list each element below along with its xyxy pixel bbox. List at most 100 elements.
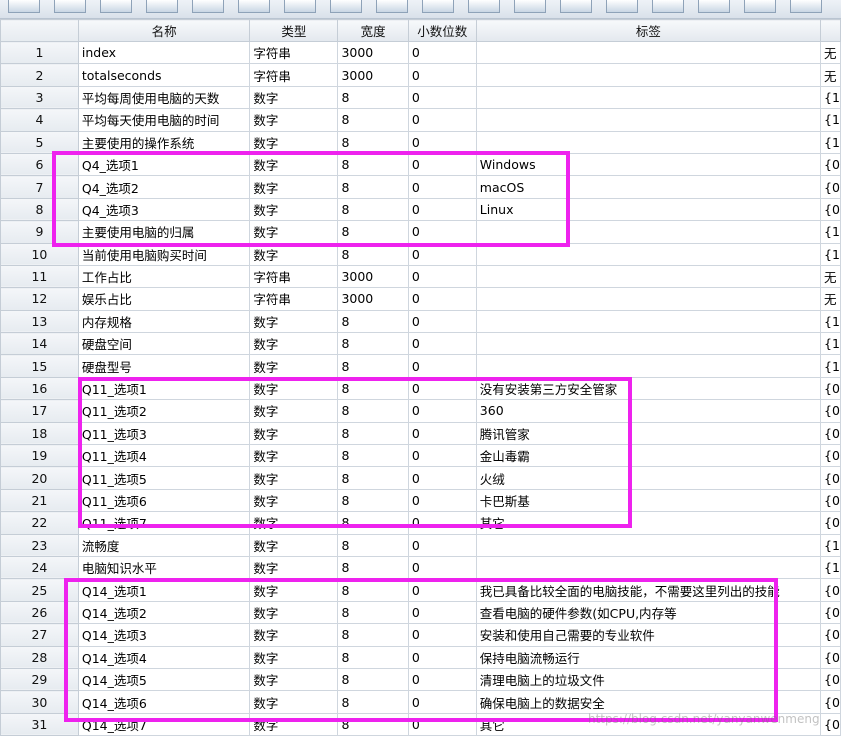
name-cell[interactable]: 主要使用的操作系统	[77, 130, 251, 154]
width-cell[interactable]: 8	[337, 712, 409, 737]
table-row[interactable]: 21 Q11_选项6 数字 8 0 卡巴斯基 {0	[0, 488, 841, 513]
values-cell[interactable]: {0	[820, 421, 841, 446]
label-cell[interactable]: 安装和使用自己需要的专业软件	[475, 623, 822, 647]
table-row[interactable]: 30 Q14_选项6 数字 8 0 确保电脑上的数据安全 {0	[0, 690, 841, 714]
name-cell[interactable]: 主要使用电脑的归属	[77, 220, 251, 244]
name-cell[interactable]: Q4_选项2	[77, 175, 251, 199]
width-cell[interactable]: 8	[337, 511, 409, 535]
type-cell[interactable]: 数字	[249, 623, 339, 647]
values-cell[interactable]: {0	[820, 466, 841, 490]
column-header-type[interactable]: 类型	[249, 19, 339, 42]
width-cell[interactable]: 8	[337, 197, 409, 222]
width-cell[interactable]: 8	[337, 421, 409, 446]
name-cell[interactable]: 硬盘空间	[77, 332, 251, 356]
label-cell[interactable]	[475, 108, 822, 132]
values-cell[interactable]: {1	[820, 108, 841, 132]
width-cell[interactable]: 8	[337, 466, 409, 490]
row-number[interactable]: 29	[0, 667, 79, 692]
width-cell[interactable]: 8	[337, 130, 409, 154]
row-number[interactable]: 10	[0, 242, 79, 266]
row-number[interactable]: 15	[0, 354, 79, 378]
goto-case-icon[interactable]	[284, 0, 316, 13]
table-row[interactable]: 27 Q14_选项3 数字 8 0 安装和使用自己需要的专业软件 {0	[0, 623, 841, 647]
type-cell[interactable]: 数字	[249, 712, 339, 737]
save-icon[interactable]	[54, 0, 86, 13]
goto-variable-icon[interactable]	[330, 0, 362, 13]
name-cell[interactable]: 硬盘型号	[77, 354, 251, 378]
type-cell[interactable]: 数字	[249, 309, 339, 334]
row-number[interactable]: 9	[0, 220, 79, 244]
name-cell[interactable]: Q11_选项2	[77, 399, 251, 423]
label-cell[interactable]	[475, 354, 822, 378]
decimals-cell[interactable]: 0	[407, 152, 477, 177]
width-cell[interactable]: 8	[337, 220, 409, 244]
values-cell[interactable]: {0	[820, 511, 841, 535]
label-cell[interactable]: 没有安装第三方安全管家	[475, 376, 822, 401]
row-number[interactable]: 12	[0, 287, 79, 311]
name-cell[interactable]: Q14_选项2	[77, 600, 251, 625]
name-cell[interactable]: Q14_选项7	[77, 712, 251, 737]
decimals-cell[interactable]: 0	[407, 197, 477, 222]
decimals-cell[interactable]: 0	[407, 690, 477, 714]
decimals-cell[interactable]: 0	[407, 376, 477, 401]
label-cell[interactable]	[475, 309, 822, 334]
row-number[interactable]: 27	[0, 623, 79, 647]
values-cell[interactable]: {0	[820, 399, 841, 423]
decimals-cell[interactable]: 0	[407, 623, 477, 647]
values-cell[interactable]: {0	[820, 376, 841, 401]
name-cell[interactable]: 电脑知识水平	[77, 555, 251, 580]
width-cell[interactable]: 8	[337, 600, 409, 625]
row-number[interactable]: 20	[0, 466, 79, 490]
table-row[interactable]: 18 Q11_选项3 数字 8 0 腾讯管家 {0	[0, 421, 841, 446]
width-cell[interactable]: 8	[337, 309, 409, 334]
table-row[interactable]: 13 内存规格 数字 8 0 {1	[0, 309, 841, 334]
row-number[interactable]: 7	[0, 175, 79, 199]
type-cell[interactable]: 数字	[249, 242, 339, 266]
width-cell[interactable]: 8	[337, 444, 409, 468]
name-cell[interactable]: 平均每天使用电脑的时间	[77, 108, 251, 132]
row-number[interactable]: 5	[0, 130, 79, 154]
row-number[interactable]: 22	[0, 511, 79, 535]
type-cell[interactable]: 数字	[249, 332, 339, 356]
width-cell[interactable]: 8	[337, 645, 409, 669]
table-row[interactable]: 3 平均每周使用电脑的天数 数字 8 0 {1	[0, 85, 841, 110]
label-cell[interactable]: macOS	[475, 175, 822, 199]
row-number[interactable]: 3	[0, 85, 79, 110]
table-row[interactable]: 24 电脑知识水平 数字 8 0 {1	[0, 555, 841, 580]
row-number[interactable]: 8	[0, 197, 79, 222]
variables-icon[interactable]	[376, 0, 408, 13]
values-cell[interactable]: {1	[820, 220, 841, 244]
decimals-cell[interactable]: 0	[407, 309, 477, 334]
open-icon[interactable]	[8, 0, 40, 13]
row-number[interactable]: 24	[0, 555, 79, 580]
values-cell[interactable]: {0	[820, 690, 841, 714]
decimals-cell[interactable]: 0	[407, 578, 477, 602]
width-cell[interactable]: 8	[337, 578, 409, 602]
label-cell[interactable]: 其它	[475, 511, 822, 535]
width-cell[interactable]: 8	[337, 667, 409, 692]
label-cell[interactable]: 金山毒霸	[475, 444, 822, 468]
values-cell[interactable]: 无	[820, 287, 841, 311]
width-cell[interactable]: 8	[337, 533, 409, 557]
values-cell[interactable]: {1	[820, 555, 841, 580]
table-row[interactable]: 25 Q14_选项1 数字 8 0 我已具备比较全面的电脑技能，不需要这里列出的技能 {0	[0, 578, 841, 602]
table-row[interactable]: 17 Q11_选项2 数字 8 0 360 {0	[0, 399, 841, 423]
label-cell[interactable]	[475, 264, 822, 289]
column-header-label[interactable]: 标签	[475, 19, 822, 42]
values-cell[interactable]: {1	[820, 354, 841, 378]
decimals-cell[interactable]: 0	[407, 108, 477, 132]
width-cell[interactable]: 8	[337, 623, 409, 647]
table-row[interactable]: 1 index 字符串 3000 0 无	[0, 40, 841, 65]
table-row[interactable]: 16 Q11_选项1 数字 8 0 没有安装第三方安全管家 {0	[0, 376, 841, 401]
type-cell[interactable]: 数字	[249, 399, 339, 423]
type-cell[interactable]: 数字	[249, 376, 339, 401]
table-row[interactable]: 9 主要使用电脑的归属 数字 8 0 {1	[0, 220, 841, 244]
decimals-cell[interactable]: 0	[407, 332, 477, 356]
type-cell[interactable]: 数字	[249, 444, 339, 468]
insert-variable-icon[interactable]	[514, 0, 546, 13]
row-number[interactable]: 14	[0, 332, 79, 356]
table-row[interactable]: 28 Q14_选项4 数字 8 0 保持电脑流畅运行 {0	[0, 645, 841, 669]
name-cell[interactable]: 工作占比	[77, 264, 251, 289]
column-header-name[interactable]: 名称	[77, 19, 251, 42]
print-icon[interactable]	[100, 0, 132, 13]
